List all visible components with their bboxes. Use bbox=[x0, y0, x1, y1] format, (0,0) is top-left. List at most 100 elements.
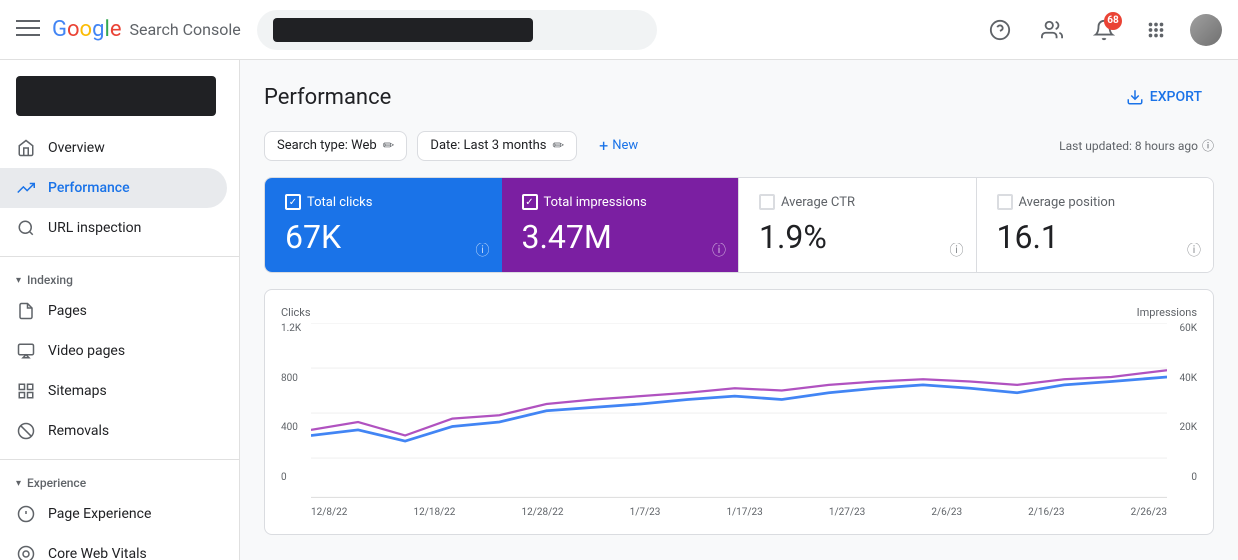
pages-icon bbox=[16, 301, 36, 321]
x-label-5: 1/27/23 bbox=[829, 507, 865, 518]
sidebar-item-url-inspection[interactable]: URL inspection bbox=[0, 208, 227, 248]
impressions-checkbox[interactable] bbox=[522, 194, 538, 210]
new-filter-button[interactable]: + New bbox=[587, 130, 650, 161]
edit-icon: ✏ bbox=[383, 138, 395, 154]
x-label-6: 2/6/23 bbox=[931, 507, 962, 518]
video-icon bbox=[16, 341, 36, 361]
edit-icon-2: ✏ bbox=[552, 138, 564, 154]
page-title: Performance bbox=[264, 85, 391, 110]
ctr-checkbox[interactable] bbox=[759, 194, 775, 210]
chevron-down-icon-2: ▾ bbox=[16, 478, 21, 489]
x-label-1: 12/18/22 bbox=[413, 507, 455, 518]
y-left-label-2: 400 bbox=[281, 422, 301, 433]
date-filter[interactable]: Date: Last 3 months ✏ bbox=[417, 131, 577, 161]
y-right-label-0: 60K bbox=[1179, 323, 1197, 334]
notifications-badge: 68 bbox=[1104, 12, 1122, 30]
metric-label-ctr: Average CTR bbox=[759, 194, 956, 210]
y-right-label-3: 0 bbox=[1179, 472, 1197, 483]
page-experience-icon bbox=[16, 504, 36, 524]
y-left-label-3: 0 bbox=[281, 472, 301, 483]
trending-up-icon bbox=[16, 178, 36, 198]
sitemaps-icon bbox=[16, 381, 36, 401]
avatar[interactable] bbox=[1190, 14, 1222, 46]
impressions-value: 3.47M bbox=[522, 218, 719, 256]
sidebar-divider-1 bbox=[0, 256, 239, 257]
chart-y-right: 60K 40K 20K 0 bbox=[1179, 323, 1197, 483]
x-label-4: 1/17/23 bbox=[726, 507, 762, 518]
topbar-actions: 68 bbox=[982, 12, 1222, 48]
x-label-7: 2/16/23 bbox=[1028, 507, 1064, 518]
metric-label-clicks: Total clicks bbox=[285, 194, 482, 210]
sidebar-property[interactable] bbox=[16, 76, 216, 116]
metric-card-average-ctr[interactable]: Average CTR 1.9% ⓘ bbox=[738, 178, 976, 272]
position-help-icon[interactable]: ⓘ bbox=[1187, 240, 1201, 260]
sidebar-logo-area bbox=[0, 68, 239, 128]
chart-container: Clicks Impressions 1.2K 800 400 0 bbox=[264, 289, 1214, 535]
chart-svg bbox=[281, 323, 1197, 503]
y-left-label-0: 1.2K bbox=[281, 323, 301, 334]
last-updated: Last updated: 8 hours ago ⓘ bbox=[1059, 137, 1214, 154]
metric-label-impressions: Total impressions bbox=[522, 194, 719, 210]
removals-icon bbox=[16, 421, 36, 441]
home-icon bbox=[16, 138, 36, 158]
help-small-icon[interactable]: ⓘ bbox=[1202, 137, 1214, 154]
search-icon bbox=[16, 218, 36, 238]
metric-cards: Total clicks 67K ⓘ Total impressions 3.4… bbox=[264, 177, 1214, 273]
x-label-3: 1/7/23 bbox=[630, 507, 661, 518]
position-value: 16.1 bbox=[997, 218, 1194, 256]
ctr-value: 1.9% bbox=[759, 218, 956, 256]
sidebar-item-removals[interactable]: Removals bbox=[0, 411, 227, 451]
metric-card-total-clicks[interactable]: Total clicks 67K ⓘ bbox=[265, 178, 502, 272]
chart-left-axis-label: Clicks bbox=[281, 306, 311, 319]
menu-icon[interactable] bbox=[16, 16, 40, 44]
core-web-vitals-icon bbox=[16, 544, 36, 560]
notifications-icon[interactable]: 68 bbox=[1086, 12, 1122, 48]
clicks-value: 67K bbox=[285, 218, 482, 256]
metric-card-total-impressions[interactable]: Total impressions 3.47M ⓘ bbox=[502, 178, 739, 272]
sidebar-section-experience[interactable]: ▾ Experience bbox=[0, 468, 239, 494]
chevron-down-icon: ▾ bbox=[16, 275, 21, 286]
y-left-label-1: 800 bbox=[281, 373, 301, 384]
sidebar: Overview Performance URL inspection ▾ In… bbox=[0, 60, 240, 560]
sidebar-section-indexing[interactable]: ▾ Indexing bbox=[0, 265, 239, 291]
plus-icon: + bbox=[599, 136, 608, 155]
x-label-2: 12/28/22 bbox=[522, 507, 564, 518]
help-icon[interactable] bbox=[982, 12, 1018, 48]
sidebar-item-page-experience[interactable]: Page Experience bbox=[0, 494, 227, 534]
clicks-help-icon[interactable]: ⓘ bbox=[476, 240, 490, 260]
sidebar-item-sitemaps[interactable]: Sitemaps bbox=[0, 371, 227, 411]
clicks-checkbox[interactable] bbox=[285, 194, 301, 210]
chart-labels-top: Clicks Impressions bbox=[281, 306, 1197, 319]
chart-y-left: 1.2K 800 400 0 bbox=[281, 323, 301, 483]
chart-area: 1.2K 800 400 0 bbox=[281, 323, 1197, 503]
sidebar-item-performance[interactable]: Performance bbox=[0, 168, 227, 208]
apps-icon[interactable] bbox=[1138, 12, 1174, 48]
accounts-icon[interactable] bbox=[1034, 12, 1070, 48]
chart-right-axis-label: Impressions bbox=[1137, 306, 1197, 319]
x-label-0: 12/8/22 bbox=[311, 507, 347, 518]
main-layout: Overview Performance URL inspection ▾ In… bbox=[0, 60, 1238, 560]
x-label-8: 2/26/23 bbox=[1131, 507, 1167, 518]
y-right-label-2: 20K bbox=[1179, 422, 1197, 433]
y-right-label-1: 40K bbox=[1179, 373, 1197, 384]
search-input-value bbox=[273, 18, 533, 42]
sidebar-item-overview[interactable]: Overview bbox=[0, 128, 227, 168]
sidebar-item-pages[interactable]: Pages bbox=[0, 291, 227, 331]
impressions-help-icon[interactable]: ⓘ bbox=[712, 240, 726, 260]
sidebar-item-video-pages[interactable]: Video pages bbox=[0, 331, 227, 371]
metric-label-position: Average position bbox=[997, 194, 1194, 210]
content-area: Performance EXPORT Search type: Web ✏ Da… bbox=[240, 60, 1238, 560]
sidebar-item-core-web-vitals[interactable]: Core Web Vitals bbox=[0, 534, 227, 560]
search-type-filter[interactable]: Search type: Web ✏ bbox=[264, 131, 407, 161]
position-checkbox[interactable] bbox=[997, 194, 1013, 210]
sidebar-divider-2 bbox=[0, 459, 239, 460]
metric-card-average-position[interactable]: Average position 16.1 ⓘ bbox=[976, 178, 1214, 272]
search-bar[interactable] bbox=[257, 10, 657, 50]
content-header: Performance EXPORT bbox=[264, 80, 1214, 114]
export-button[interactable]: EXPORT bbox=[1114, 80, 1214, 114]
google-logo: Google Search Console bbox=[52, 17, 241, 42]
topbar: Google Search Console 68 bbox=[0, 0, 1238, 60]
chart-x-labels: 12/8/22 12/18/22 12/28/22 1/7/23 1/17/23… bbox=[281, 507, 1197, 518]
ctr-help-icon[interactable]: ⓘ bbox=[950, 240, 964, 260]
filter-bar: Search type: Web ✏ Date: Last 3 months ✏… bbox=[264, 130, 1214, 161]
